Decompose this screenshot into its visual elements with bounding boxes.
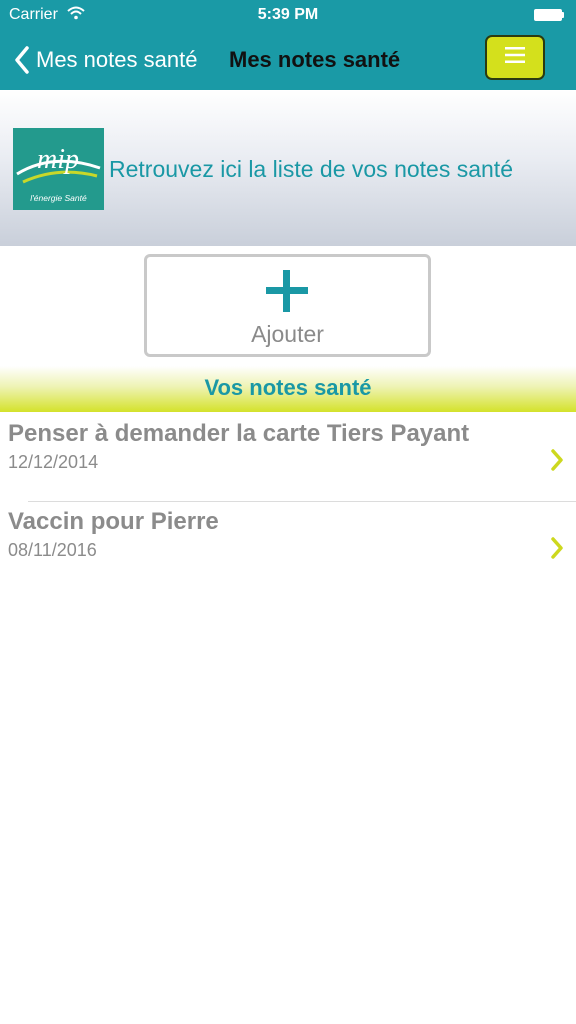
section-header: Vos notes santé [0, 366, 576, 412]
chevron-right-icon [550, 537, 564, 564]
chevron-left-icon [14, 46, 30, 74]
navigation-bar: Mes notes santé Mes notes santé [0, 30, 576, 90]
status-time: 5:39 PM [257, 6, 319, 23]
banner-text: Retrouvez ici la liste de vos notes sant… [109, 156, 513, 182]
brand-logo: mip l'énergie Santé [13, 128, 104, 210]
section-title: Vos notes santé [204, 375, 372, 400]
add-note-label: Ajouter [251, 321, 324, 347]
logo-tagline: l'énergie Santé [30, 193, 87, 203]
back-button[interactable]: Mes notes santé [14, 42, 197, 78]
plus-icon [266, 270, 308, 312]
note-title: Vaccin pour Pierre [8, 508, 219, 535]
note-date: 12/12/2014 [8, 452, 99, 472]
status-bar: Carrier 5:39 PM [0, 0, 576, 30]
battery-icon [534, 9, 564, 21]
note-title: Penser à demander la carte Tiers Payant [8, 420, 470, 447]
chevron-right-icon [550, 449, 564, 476]
page-title: Mes notes santé [229, 47, 401, 72]
info-banner: mip l'énergie Santé Retrouvez ici la lis… [0, 90, 576, 246]
list-item[interactable]: Penser à demander la carte Tiers Payant … [0, 414, 576, 502]
list-item[interactable]: Vaccin pour Pierre 08/11/2016 [0, 502, 576, 590]
add-note-button[interactable]: Ajouter [144, 254, 431, 357]
app-header: Carrier 5:39 PM Mes notes santé Mes note… [0, 0, 576, 90]
menu-button[interactable] [485, 35, 545, 80]
back-button-label: Mes notes santé [36, 47, 198, 72]
hamburger-icon [505, 46, 525, 69]
svg-text:mip: mip [37, 144, 79, 175]
note-date: 08/11/2016 [8, 540, 97, 560]
